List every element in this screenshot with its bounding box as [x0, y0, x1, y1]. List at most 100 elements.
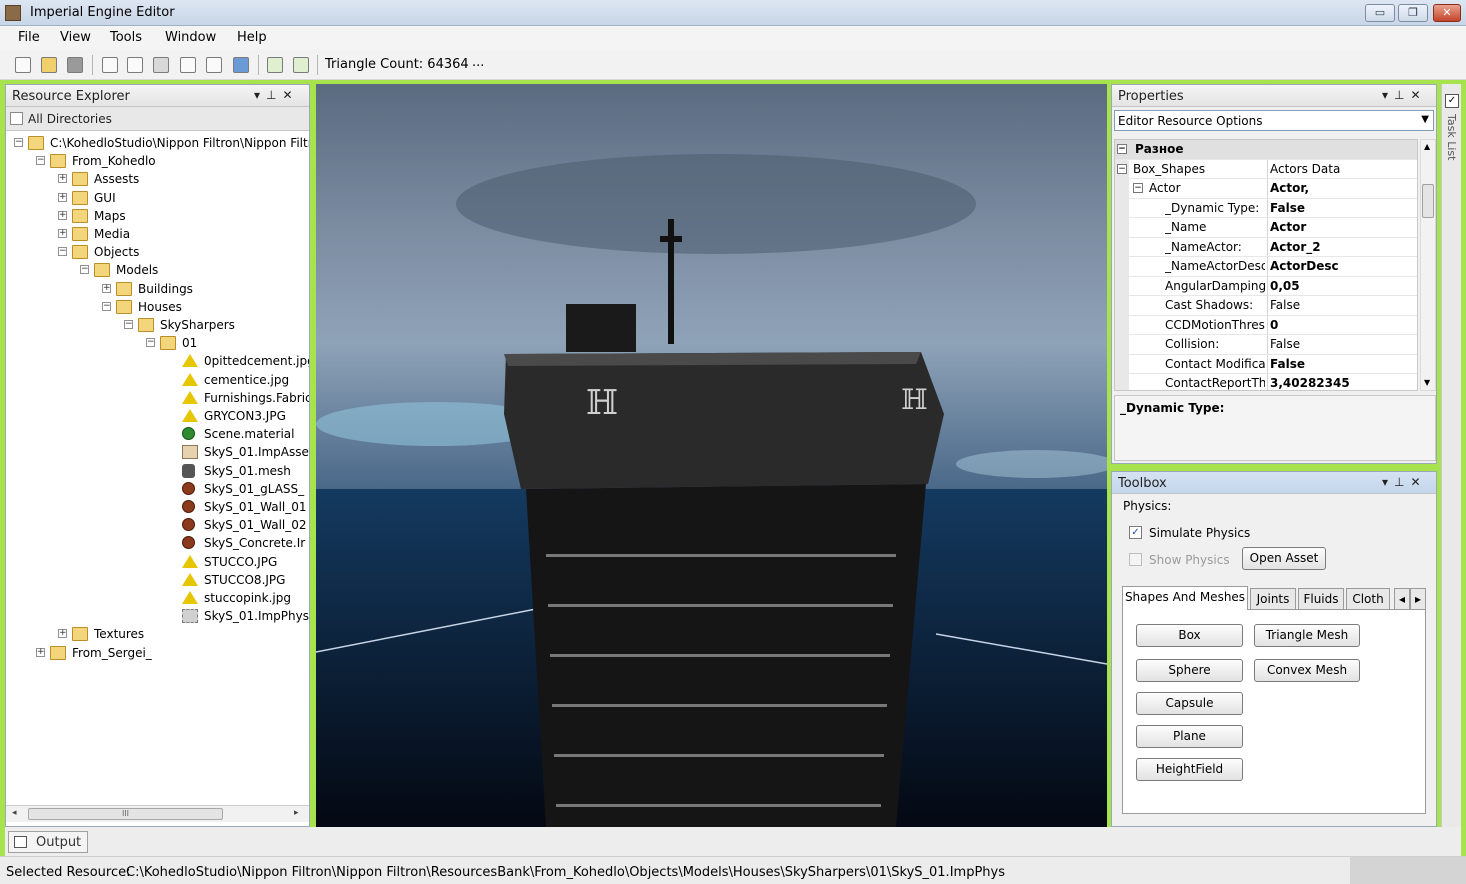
property-row[interactable]: − Box_Shapes Actors Data	[1115, 159, 1417, 179]
tab-scroll-left-icon[interactable]: ◂	[1394, 588, 1410, 610]
property-value[interactable]: False	[1270, 201, 1305, 215]
collapse-icon[interactable]: −	[1117, 163, 1127, 174]
property-value[interactable]: False	[1270, 298, 1300, 312]
property-value[interactable]: 3,40282345	[1270, 376, 1350, 390]
show-physics-checkbox[interactable]	[1129, 553, 1142, 566]
property-grid-scrollbar[interactable]: ▲ ▼	[1420, 139, 1436, 391]
property-category[interactable]: − Разное	[1115, 140, 1417, 160]
collapse-icon[interactable]: −	[146, 338, 155, 348]
menu-window[interactable]: Window	[165, 30, 216, 45]
property-value[interactable]: Actor	[1270, 220, 1306, 234]
box-button[interactable]: Box	[1136, 624, 1243, 647]
property-row[interactable]: ContactReportThr 3,40282345	[1115, 374, 1417, 390]
build-icon[interactable]	[102, 57, 118, 73]
capsule-button[interactable]: Capsule	[1136, 692, 1243, 715]
collapse-icon[interactable]: −	[14, 138, 23, 147]
triangle-mesh-button[interactable]: Triangle Mesh	[1254, 624, 1360, 647]
collapse-icon[interactable]: −	[1117, 144, 1127, 154]
convex-mesh-button[interactable]: Convex Mesh	[1254, 659, 1360, 682]
menu-view[interactable]: View	[60, 30, 91, 45]
image-icon[interactable]	[233, 57, 249, 73]
collapse-icon[interactable]: −	[58, 247, 67, 257]
sphere-button[interactable]: Sphere	[1136, 659, 1243, 682]
property-row[interactable]: − Actor Actor,	[1115, 179, 1417, 199]
collapse-icon[interactable]: −	[102, 301, 111, 311]
scroll-up-icon[interactable]: ▲	[1424, 142, 1430, 151]
pin-icon[interactable]: ⊥	[266, 88, 282, 102]
property-row[interactable]: _Dynamic Type: False	[1115, 198, 1417, 218]
pin-icon[interactable]: ⊥	[1394, 88, 1410, 102]
menu-help[interactable]: Help	[237, 30, 267, 45]
output-tab[interactable]: Output	[8, 831, 88, 853]
minimize-button[interactable]: ▭	[1365, 4, 1395, 22]
dropdown-icon[interactable]: ▾	[1382, 88, 1394, 102]
property-row[interactable]: AngularDamping: 0,05	[1115, 276, 1417, 296]
scene-viewport[interactable]: ℍ ℍ	[316, 84, 1107, 827]
tab-scroll-right-icon[interactable]: ▸	[1410, 588, 1426, 610]
collapse-icon[interactable]: −	[124, 320, 133, 329]
close-button[interactable]: ✕	[1433, 4, 1461, 22]
tab-fluids[interactable]: Fluids	[1298, 588, 1344, 610]
expand-icon[interactable]: +	[102, 283, 111, 293]
scroll-thumb[interactable]	[1422, 184, 1434, 218]
property-value[interactable]: ActorDesc	[1270, 259, 1339, 273]
menu-tools[interactable]: Tools	[110, 30, 142, 45]
tab-cloth[interactable]: Cloth	[1346, 588, 1390, 610]
document-icon[interactable]	[180, 57, 196, 73]
collapse-icon[interactable]: −	[80, 265, 89, 275]
tools-icon[interactable]	[153, 57, 169, 73]
tab-joints[interactable]: Joints	[1250, 588, 1296, 610]
import-icon[interactable]	[267, 57, 283, 73]
export-icon[interactable]	[127, 57, 143, 73]
scroll-left-icon[interactable]: ◂	[12, 808, 17, 818]
property-row[interactable]: _Name Actor	[1115, 218, 1417, 238]
property-value[interactable]: 0,05	[1270, 279, 1300, 293]
property-row[interactable]: _NameActor: Actor_2	[1115, 237, 1417, 257]
new-file-icon[interactable]	[15, 57, 31, 73]
tab-shapes-and-meshes[interactable]: Shapes And Meshes	[1122, 586, 1248, 610]
dropdown-icon[interactable]: ▾	[254, 88, 266, 102]
dropdown-icon[interactable]: ▾	[1382, 475, 1394, 489]
expand-icon[interactable]: +	[58, 629, 67, 639]
collapse-icon[interactable]: −	[36, 156, 45, 166]
collapse-icon[interactable]: −	[1133, 183, 1143, 193]
pin-icon[interactable]: ⊥	[1394, 475, 1410, 489]
horizontal-scrollbar[interactable]: ◂ III ▸	[6, 805, 309, 822]
close-icon[interactable]: ✕	[1410, 475, 1426, 489]
toolbar-overflow-button[interactable]: ...	[472, 55, 484, 70]
property-row[interactable]: Cast Shadows: False	[1115, 296, 1417, 316]
scroll-right-icon[interactable]: ▸	[294, 808, 299, 818]
property-value[interactable]: Actor,	[1270, 181, 1309, 195]
refresh-icon[interactable]	[293, 57, 309, 73]
expand-icon[interactable]: +	[58, 192, 67, 202]
checklist-icon[interactable]	[206, 57, 222, 73]
plane-button[interactable]: Plane	[1136, 725, 1243, 748]
property-value[interactable]: False	[1270, 337, 1300, 351]
property-row[interactable]: Contact Modificati False	[1115, 354, 1417, 374]
heightfield-button[interactable]: HeightField	[1136, 758, 1243, 781]
scroll-thumb[interactable]: III	[28, 808, 223, 820]
property-value[interactable]: Actor_2	[1270, 240, 1321, 254]
simulate-physics-checkbox[interactable]: ✓	[1129, 526, 1142, 539]
open-asset-button[interactable]: Open Asset	[1242, 547, 1326, 570]
save-icon[interactable]	[67, 57, 83, 73]
expand-icon[interactable]: +	[36, 647, 45, 657]
expand-icon[interactable]: +	[58, 229, 67, 238]
property-value[interactable]: Actors Data	[1270, 162, 1340, 176]
menu-file[interactable]: File	[18, 30, 40, 45]
property-row[interactable]: CCDMotionThresh 0	[1115, 315, 1417, 335]
expand-icon[interactable]: +	[58, 210, 67, 220]
property-value[interactable]: 0	[1270, 318, 1278, 332]
open-folder-icon[interactable]	[41, 57, 57, 73]
property-row[interactable]: _NameActorDesc: ActorDesc	[1115, 257, 1417, 277]
property-value[interactable]: False	[1270, 357, 1305, 371]
task-list-strip[interactable]: ✓ Task List	[1441, 84, 1461, 827]
maximize-button[interactable]: ❐	[1398, 4, 1428, 22]
properties-object-selector[interactable]: Editor Resource Options ▼	[1114, 110, 1434, 131]
close-icon[interactable]: ✕	[282, 88, 298, 102]
expand-icon[interactable]: +	[58, 174, 67, 184]
close-icon[interactable]: ✕	[1410, 88, 1426, 102]
all-directories-bar[interactable]: All Directories	[6, 107, 309, 131]
property-row[interactable]: Collision: False	[1115, 335, 1417, 355]
scroll-down-icon[interactable]: ▼	[1424, 378, 1430, 387]
